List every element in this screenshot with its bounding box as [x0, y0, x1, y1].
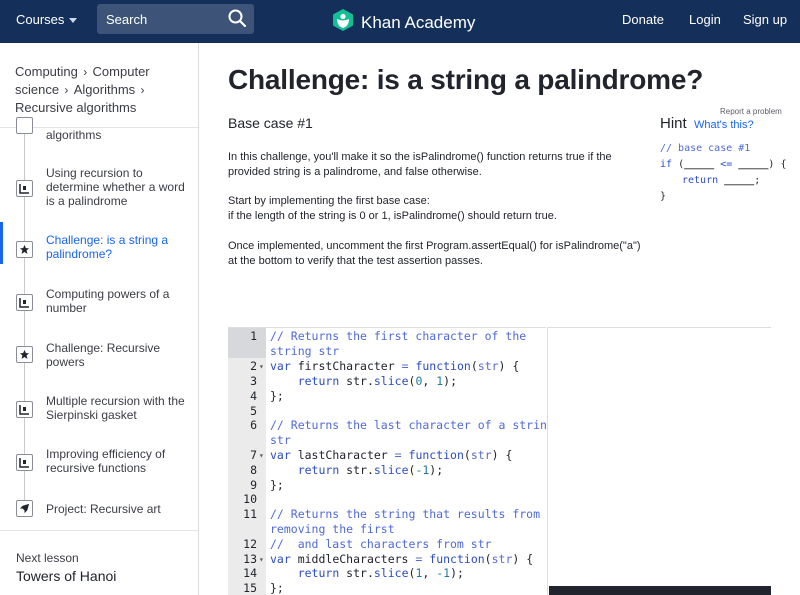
- code-line: 5: [250, 404, 257, 418]
- whats-this-link[interactable]: What's this?: [694, 119, 754, 131]
- article-icon: [16, 180, 33, 197]
- hint-token: ;: [754, 175, 761, 186]
- sidebar-item-computing-powers[interactable]: Computing powers of a number: [0, 284, 198, 320]
- code-line: 7 ▾ var lastCharacter = function(str) {: [250, 448, 513, 462]
- breadcrumb-recursive-algorithms[interactable]: Recursive algorithms: [15, 100, 136, 115]
- star-icon: [16, 346, 33, 363]
- output-panel: [547, 327, 771, 595]
- search-label: Search: [106, 12, 148, 27]
- code-line: 10: [243, 492, 257, 506]
- hint-blank: _____: [738, 159, 769, 170]
- star-icon: [16, 241, 33, 258]
- next-lesson[interactable]: Next lesson Towers of Hanoi: [0, 530, 198, 595]
- article-icon: [16, 117, 33, 134]
- code-line: 14 return str.slice(1, -1);: [243, 566, 464, 580]
- lesson-sidebar: Computing › Computer science › Algorithm…: [0, 43, 199, 595]
- sidebar-item-palindrome-algorithms[interactable]: algorithms: [0, 117, 198, 143]
- hint-token: <=: [714, 159, 739, 170]
- sidebar-item-recursive-powers[interactable]: Challenge: Recursive powers: [0, 337, 198, 373]
- courses-label: Courses: [16, 12, 65, 27]
- hint-heading: Hint: [660, 115, 687, 132]
- chevron-right-icon: ›: [79, 65, 91, 79]
- sidebar-item-improving-efficiency[interactable]: Improving efficiency of recursive functi…: [0, 444, 198, 480]
- code-line: 15};: [243, 581, 284, 595]
- hint-token: return: [682, 175, 719, 186]
- article-icon: [16, 294, 33, 311]
- page-title: Challenge: is a string a palindrome?: [228, 64, 704, 95]
- code-editor[interactable]: 1// Returns the first character of the s…: [228, 327, 546, 595]
- hint-token: ) {: [768, 159, 787, 170]
- code-line: 11// Returns the string that results fro…: [243, 507, 541, 521]
- hint-line: }: [660, 191, 667, 202]
- code-line: 8 return str.slice(-1);: [250, 463, 444, 477]
- breadcrumb: Computing › Computer science › Algorithm…: [15, 63, 190, 117]
- breadcrumb-algorithms[interactable]: Algorithms: [74, 82, 135, 97]
- instruction-paragraph: Start by implementing the first base cas…: [228, 195, 430, 207]
- sidebar-item-recursive-art[interactable]: Project: Recursive art: [0, 498, 198, 520]
- donate-link[interactable]: Donate: [622, 12, 664, 27]
- khan-academy-logo[interactable]: Khan Academy: [332, 8, 475, 37]
- sidebar-item-label: Computing powers of a number: [46, 287, 170, 315]
- hint-token: if: [660, 159, 673, 170]
- code-line: str: [270, 433, 291, 447]
- code-line: 9};: [250, 478, 284, 492]
- sidebar-item-label: Improving efficiency of recursive functi…: [46, 447, 166, 475]
- report-problem-link[interactable]: Report a problem: [720, 107, 782, 116]
- hint-blank: _____: [684, 159, 715, 170]
- khan-logo-icon: [332, 8, 354, 37]
- sidebar-item-using-recursion[interactable]: Using recursion to determine whether a w…: [0, 163, 198, 213]
- next-lesson-label: Next lesson: [16, 551, 79, 565]
- sidebar-item-label: Challenge: is a string a palindrome?: [46, 233, 169, 261]
- sidebar-item-label: Multiple recursion with the Sierpinski g…: [46, 394, 185, 422]
- search-input[interactable]: Search: [97, 4, 254, 34]
- search-icon[interactable]: [227, 8, 247, 33]
- top-nav: Courses Search Khan Academy Donate Login…: [0, 0, 800, 43]
- hint-token: (: [672, 159, 685, 170]
- sidebar-item-label: algorithms: [46, 128, 102, 142]
- article-icon: [16, 401, 33, 418]
- instruction-paragraph: if the length of the string is 0 or 1, i…: [228, 210, 557, 222]
- sidebar-item-challenge-palindrome[interactable]: Challenge: is a string a palindrome?: [0, 227, 198, 263]
- code-line: string str: [270, 344, 340, 358]
- next-lesson-title[interactable]: Towers of Hanoi: [16, 568, 116, 584]
- chevron-down-icon: [69, 18, 78, 23]
- sidebar-item-sierpinski[interactable]: Multiple recursion with the Sierpinski g…: [0, 391, 198, 427]
- hint-line: if (_____ <= _____) {: [660, 157, 786, 173]
- code-line: 4};: [250, 389, 284, 403]
- hint-line: return _____;: [660, 173, 786, 189]
- chevron-right-icon: ›: [137, 83, 145, 97]
- code-line: 1// Returns the first character of the: [250, 329, 527, 343]
- instruction-paragraph: In this challenge, you'll make it so the…: [228, 151, 612, 178]
- sidebar-item-label: Challenge: Recursive powers: [46, 341, 161, 369]
- breadcrumb-computing[interactable]: Computing: [15, 64, 78, 79]
- login-link[interactable]: Login: [689, 12, 721, 27]
- chevron-right-icon: ›: [61, 83, 72, 97]
- code-line: 2 ▾ var firstCharacter = function(str) {: [250, 359, 520, 373]
- hint-blank: _____: [724, 175, 755, 186]
- code-line: 3 return str.slice(0, 1);: [250, 374, 458, 388]
- code-line: 12// and last characters from str: [243, 537, 492, 551]
- step-title: Base case #1: [228, 115, 313, 131]
- instruction-paragraph: Once implemented, uncomment the first Pr…: [228, 240, 641, 267]
- sidebar-item-label: Using recursion to determine whether a w…: [46, 166, 185, 208]
- code-line: 13 ▾ var middleCharacters = function(str) …: [243, 552, 534, 566]
- rocket-icon: [16, 500, 33, 517]
- hint-code: // base case #1 if (_____ <= _____) { re…: [660, 141, 786, 205]
- code-line: removing the first: [270, 522, 395, 536]
- code-line: 6// Returns the last character of a stri…: [250, 418, 546, 432]
- hint-line: // base case #1: [660, 143, 751, 154]
- article-icon: [16, 454, 33, 471]
- logo-text: Khan Academy: [361, 12, 476, 32]
- sidebar-item-label: Project: Recursive art: [46, 502, 161, 516]
- signup-link[interactable]: Sign up: [743, 12, 787, 27]
- courses-menu[interactable]: Courses: [16, 12, 78, 27]
- output-console-bar: [549, 586, 771, 595]
